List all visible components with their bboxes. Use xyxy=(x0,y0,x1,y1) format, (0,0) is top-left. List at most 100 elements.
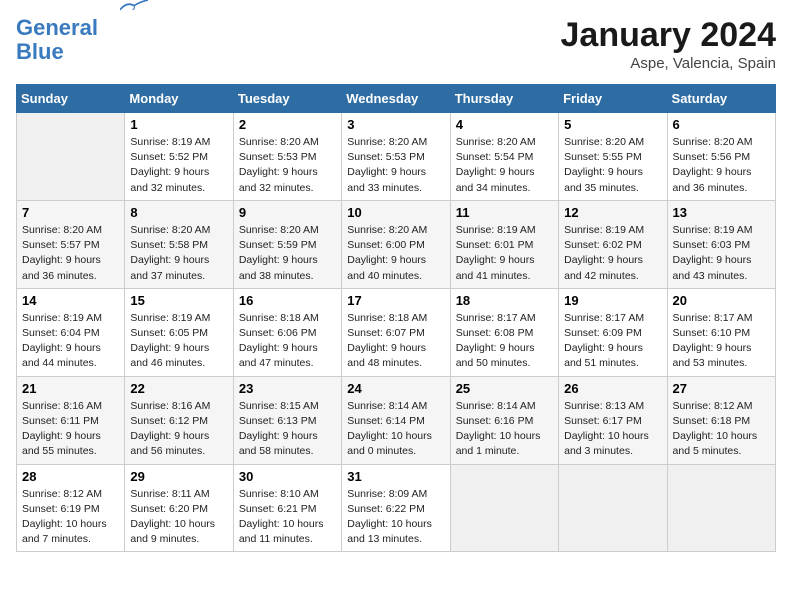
day-number: 22 xyxy=(130,381,227,396)
calendar-week-1: 1 Sunrise: 8:19 AMSunset: 5:52 PMDaylight… xyxy=(17,113,776,201)
logo-text: GeneralBlue xyxy=(16,15,98,64)
calendar-cell: 28Sunrise: 8:12 AMSunset: 6:19 PMDayligh… xyxy=(17,464,125,552)
day-number: 16 xyxy=(239,293,336,308)
calendar-cell: 7 Sunrise: 8:20 AMSunset: 5:57 PMDaylight… xyxy=(17,200,125,288)
calendar-cell: 17Sunrise: 8:18 AMSunset: 6:07 PMDayligh… xyxy=(342,288,450,376)
day-detail: Sunrise: 8:20 AMSunset: 5:54 PMDaylight:… xyxy=(456,135,553,196)
calendar-cell xyxy=(559,464,667,552)
logo: GeneralBlue xyxy=(16,16,98,64)
day-number: 18 xyxy=(456,293,553,308)
day-number: 11 xyxy=(456,205,553,220)
day-detail: Sunrise: 8:20 AMSunset: 5:58 PMDaylight:… xyxy=(130,223,227,284)
page-header: GeneralBlue January 2024 Aspe, Valencia,… xyxy=(16,16,776,72)
day-number: 13 xyxy=(673,205,770,220)
day-number: 28 xyxy=(22,469,119,484)
day-number: 5 xyxy=(564,117,661,132)
day-number: 24 xyxy=(347,381,444,396)
weekday-header-monday: Monday xyxy=(125,85,233,113)
day-detail: Sunrise: 8:15 AMSunset: 6:13 PMDaylight:… xyxy=(239,399,336,460)
location-subtitle: Aspe, Valencia, Spain xyxy=(561,55,777,72)
calendar-cell: 27 Sunrise: 8:12 AMSunset: 6:18 PMDayligh… xyxy=(667,376,775,464)
day-detail: Sunrise: 8:12 AMSunset: 6:18 PMDaylight:… xyxy=(673,399,770,460)
day-detail: Sunrise: 8:20 AMSunset: 5:55 PMDaylight:… xyxy=(564,135,661,196)
day-detail: Sunrise: 8:20 AMSunset: 5:53 PMDaylight:… xyxy=(239,135,336,196)
day-number: 23 xyxy=(239,381,336,396)
calendar-cell: 21 Sunrise: 8:16 AMSunset: 6:11 PMDayligh… xyxy=(17,376,125,464)
calendar-cell: 6Sunrise: 8:20 AMSunset: 5:56 PMDaylight… xyxy=(667,113,775,201)
calendar-cell: 4Sunrise: 8:20 AMSunset: 5:54 PMDaylight… xyxy=(450,113,558,201)
day-detail: Sunrise: 8:16 AMSunset: 6:12 PMDaylight:… xyxy=(130,399,227,460)
calendar-cell: 13 Sunrise: 8:19 AMSunset: 6:03 PMDayligh… xyxy=(667,200,775,288)
day-number: 12 xyxy=(564,205,661,220)
day-detail: Sunrise: 8:19 AMSunset: 6:02 PMDaylight:… xyxy=(564,223,661,284)
calendar-week-4: 21 Sunrise: 8:16 AMSunset: 6:11 PMDayligh… xyxy=(17,376,776,464)
logo-bird-icon xyxy=(120,0,148,16)
weekday-header-friday: Friday xyxy=(559,85,667,113)
day-number: 27 xyxy=(673,381,770,396)
day-number: 19 xyxy=(564,293,661,308)
calendar-cell: 26 Sunrise: 8:13 AMSunset: 6:17 PMDayligh… xyxy=(559,376,667,464)
month-year-title: January 2024 xyxy=(561,16,777,55)
day-detail: Sunrise: 8:20 AMSunset: 5:53 PMDaylight:… xyxy=(347,135,444,196)
calendar-cell: 24 Sunrise: 8:14 AMSunset: 6:14 PMDayligh… xyxy=(342,376,450,464)
day-number: 30 xyxy=(239,469,336,484)
calendar-week-3: 14Sunrise: 8:19 AMSunset: 6:04 PMDayligh… xyxy=(17,288,776,376)
calendar-cell: 8Sunrise: 8:20 AMSunset: 5:58 PMDaylight… xyxy=(125,200,233,288)
calendar-cell: 3 Sunrise: 8:20 AMSunset: 5:53 PMDaylight… xyxy=(342,113,450,201)
calendar-cell: 22 Sunrise: 8:16 AMSunset: 6:12 PMDayligh… xyxy=(125,376,233,464)
day-detail: Sunrise: 8:09 AMSunset: 6:22 PMDaylight:… xyxy=(347,487,444,548)
day-number: 14 xyxy=(22,293,119,308)
day-detail: Sunrise: 8:16 AMSunset: 6:11 PMDaylight:… xyxy=(22,399,119,460)
day-number: 9 xyxy=(239,205,336,220)
day-detail: Sunrise: 8:19 AMSunset: 6:03 PMDaylight:… xyxy=(673,223,770,284)
calendar-cell xyxy=(667,464,775,552)
calendar-cell: 11 Sunrise: 8:19 AMSunset: 6:01 PMDayligh… xyxy=(450,200,558,288)
calendar-cell xyxy=(17,113,125,201)
calendar-week-2: 7 Sunrise: 8:20 AMSunset: 5:57 PMDaylight… xyxy=(17,200,776,288)
day-number: 15 xyxy=(130,293,227,308)
calendar-body: 1 Sunrise: 8:19 AMSunset: 5:52 PMDaylight… xyxy=(17,113,776,552)
calendar-cell: 18 Sunrise: 8:17 AMSunset: 6:08 PMDayligh… xyxy=(450,288,558,376)
calendar-cell: 23 Sunrise: 8:15 AMSunset: 6:13 PMDayligh… xyxy=(233,376,341,464)
day-detail: Sunrise: 8:14 AMSunset: 6:14 PMDaylight:… xyxy=(347,399,444,460)
day-detail: Sunrise: 8:19 AMSunset: 5:52 PMDaylight:… xyxy=(130,135,227,196)
title-block: January 2024 Aspe, Valencia, Spain xyxy=(561,16,777,72)
day-number: 29 xyxy=(130,469,227,484)
calendar-table: SundayMondayTuesdayWednesdayThursdayFrid… xyxy=(16,84,776,552)
day-number: 20 xyxy=(673,293,770,308)
day-detail: Sunrise: 8:18 AMSunset: 6:06 PMDaylight:… xyxy=(239,311,336,372)
calendar-cell: 16 Sunrise: 8:18 AMSunset: 6:06 PMDayligh… xyxy=(233,288,341,376)
day-number: 26 xyxy=(564,381,661,396)
day-number: 3 xyxy=(347,117,444,132)
day-number: 1 xyxy=(130,117,227,132)
day-number: 6 xyxy=(673,117,770,132)
calendar-cell: 1 Sunrise: 8:19 AMSunset: 5:52 PMDaylight… xyxy=(125,113,233,201)
weekday-header-row: SundayMondayTuesdayWednesdayThursdayFrid… xyxy=(17,85,776,113)
calendar-cell: 31Sunrise: 8:09 AMSunset: 6:22 PMDayligh… xyxy=(342,464,450,552)
calendar-cell: 5 Sunrise: 8:20 AMSunset: 5:55 PMDaylight… xyxy=(559,113,667,201)
day-detail: Sunrise: 8:10 AMSunset: 6:21 PMDaylight:… xyxy=(239,487,336,548)
weekday-header-tuesday: Tuesday xyxy=(233,85,341,113)
weekday-header-wednesday: Wednesday xyxy=(342,85,450,113)
day-number: 7 xyxy=(22,205,119,220)
calendar-cell: 12 Sunrise: 8:19 AMSunset: 6:02 PMDayligh… xyxy=(559,200,667,288)
day-detail: Sunrise: 8:13 AMSunset: 6:17 PMDaylight:… xyxy=(564,399,661,460)
calendar-week-5: 28Sunrise: 8:12 AMSunset: 6:19 PMDayligh… xyxy=(17,464,776,552)
weekday-header-saturday: Saturday xyxy=(667,85,775,113)
day-number: 10 xyxy=(347,205,444,220)
day-detail: Sunrise: 8:20 AMSunset: 5:57 PMDaylight:… xyxy=(22,223,119,284)
day-detail: Sunrise: 8:20 AMSunset: 5:59 PMDaylight:… xyxy=(239,223,336,284)
day-detail: Sunrise: 8:19 AMSunset: 6:05 PMDaylight:… xyxy=(130,311,227,372)
calendar-cell: 14Sunrise: 8:19 AMSunset: 6:04 PMDayligh… xyxy=(17,288,125,376)
day-number: 17 xyxy=(347,293,444,308)
weekday-header-sunday: Sunday xyxy=(17,85,125,113)
day-detail: Sunrise: 8:19 AMSunset: 6:01 PMDaylight:… xyxy=(456,223,553,284)
calendar-cell: 9 Sunrise: 8:20 AMSunset: 5:59 PMDaylight… xyxy=(233,200,341,288)
calendar-cell: 15 Sunrise: 8:19 AMSunset: 6:05 PMDayligh… xyxy=(125,288,233,376)
calendar-cell: 20Sunrise: 8:17 AMSunset: 6:10 PMDayligh… xyxy=(667,288,775,376)
calendar-cell: 25Sunrise: 8:14 AMSunset: 6:16 PMDayligh… xyxy=(450,376,558,464)
calendar-cell: 30 Sunrise: 8:10 AMSunset: 6:21 PMDayligh… xyxy=(233,464,341,552)
day-number: 21 xyxy=(22,381,119,396)
day-detail: Sunrise: 8:17 AMSunset: 6:08 PMDaylight:… xyxy=(456,311,553,372)
day-number: 25 xyxy=(456,381,553,396)
